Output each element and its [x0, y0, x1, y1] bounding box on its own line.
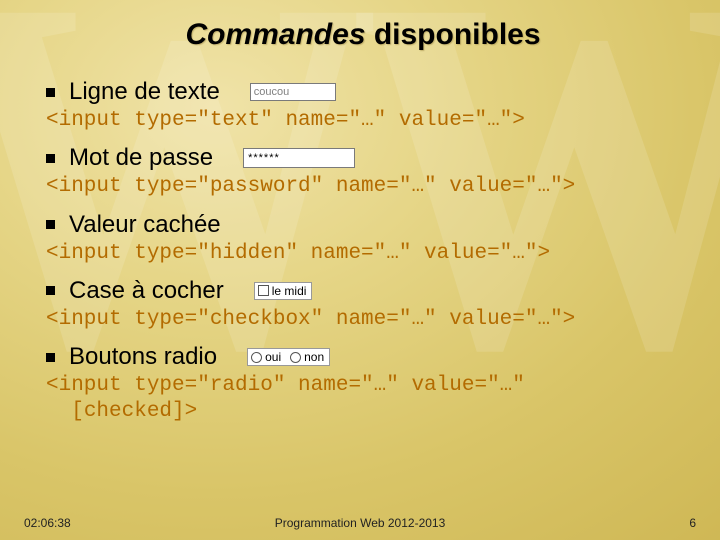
bullet-row-hidden: Valeur cachée [46, 211, 680, 239]
code-hidden-input: <input type="hidden" name="…" value="…"> [46, 241, 680, 267]
footer: 02:06:38 Programmation Web 2012-2013 6 [0, 516, 720, 530]
radio-demo: oui non [247, 348, 330, 366]
item-label: Ligne de texte [69, 78, 220, 106]
item-label: Boutons radio [69, 343, 217, 371]
bullet-icon [46, 220, 55, 229]
footer-page: 6 [689, 516, 696, 530]
title-emphasis: Commandes [185, 18, 365, 51]
checkbox-icon [258, 285, 269, 296]
bullet-icon [46, 88, 55, 97]
footer-course: Programmation Web 2012-2013 [0, 516, 720, 530]
radio-icon [290, 352, 301, 363]
code-checkbox-input: <input type="checkbox" name="…" value="…… [46, 307, 680, 333]
text-input-demo: coucou [250, 83, 336, 101]
bullet-row-password: Mot de passe ****** [46, 144, 680, 172]
radio-option-label: oui [265, 350, 281, 364]
checkbox-demo-label: le midi [272, 284, 307, 298]
item-label: Mot de passe [69, 144, 213, 172]
bullet-icon [46, 353, 55, 362]
title-rest: disponibles [366, 18, 541, 51]
item-label: Valeur cachée [69, 211, 221, 239]
bullet-row-text: Ligne de texte coucou [46, 78, 680, 106]
password-input-demo: ****** [243, 148, 355, 168]
bullet-icon [46, 286, 55, 295]
checkbox-demo: le midi [254, 282, 313, 300]
bullet-row-checkbox: Case à cocher le midi [46, 277, 680, 305]
slide-title: Commandes disponibles [46, 18, 680, 52]
footer-time: 02:06:38 [24, 516, 71, 530]
radio-icon [251, 352, 262, 363]
bullet-row-radio: Boutons radio oui non [46, 343, 680, 371]
code-text-input: <input type="text" name="…" value="…"> [46, 108, 680, 134]
code-radio-input: <input type="radio" name="…" value="…" [… [46, 373, 680, 426]
radio-option-label: non [304, 350, 324, 364]
slide: Commandes disponibles Ligne de texte cou… [0, 0, 720, 540]
item-label: Case à cocher [69, 277, 224, 305]
bullet-icon [46, 154, 55, 163]
code-password-input: <input type="password" name="…" value="…… [46, 174, 680, 200]
